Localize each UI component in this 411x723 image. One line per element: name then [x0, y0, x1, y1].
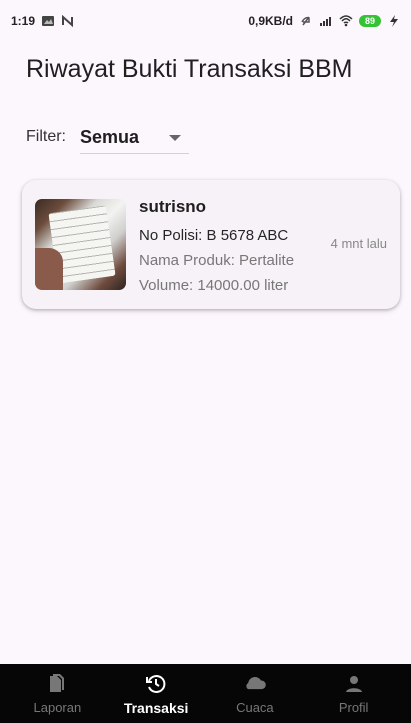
filter-dropdown[interactable]: Semua [80, 122, 189, 154]
status-time: 1:19 [11, 14, 36, 28]
transaction-card[interactable]: sutrisno No Polisi: B 5678 ABC Nama Prod… [22, 180, 400, 309]
nav-label-cuaca: Cuaca [236, 700, 274, 715]
status-right: 0,9KB/d 89 [248, 14, 401, 28]
cloud-icon [243, 672, 267, 696]
chevron-down-icon [169, 134, 181, 141]
volume: Volume: 14000.00 liter [139, 277, 289, 294]
plate-number: No Polisi: B 5678 ABC [139, 227, 289, 244]
receipt-thumbnail [35, 199, 126, 290]
status-bar: 1:19 0,9KB/d 89 [0, 0, 411, 42]
nav-profil[interactable]: Profil [314, 664, 394, 723]
transaction-time: 4 mnt lalu [330, 236, 387, 251]
history-icon [144, 672, 168, 696]
nav-cuaca[interactable]: Cuaca [215, 664, 295, 723]
filter-selected-value: Semua [80, 127, 140, 147]
status-left: 1:19 [11, 14, 75, 28]
muted-notification-icon [301, 16, 310, 26]
nav-laporan[interactable]: Laporan [17, 664, 97, 723]
document-icon [45, 672, 69, 696]
bottom-navigation: Laporan Transaksi Cuaca Profil [0, 664, 411, 723]
n-icon [62, 15, 74, 27]
charging-icon [390, 15, 398, 27]
person-icon [342, 672, 366, 696]
nav-label-transaksi: Transaksi [123, 699, 189, 716]
filter-label: Filter: [26, 128, 66, 145]
nav-label-profil: Profil [338, 700, 369, 715]
signal-icon [320, 17, 331, 26]
nav-label-laporan: Laporan [33, 700, 82, 715]
gallery-icon [42, 16, 55, 26]
wifi-icon [339, 15, 353, 27]
product-name: Nama Produk: Pertalite [139, 252, 295, 269]
battery-icon: 89 [359, 15, 381, 27]
transaction-name: sutrisno [139, 197, 207, 216]
network-speed: 0,9KB/d [248, 14, 293, 28]
page-title: Riwayat Bukti Transaksi BBM [26, 55, 353, 83]
nav-transaksi[interactable]: Transaksi [116, 664, 196, 723]
